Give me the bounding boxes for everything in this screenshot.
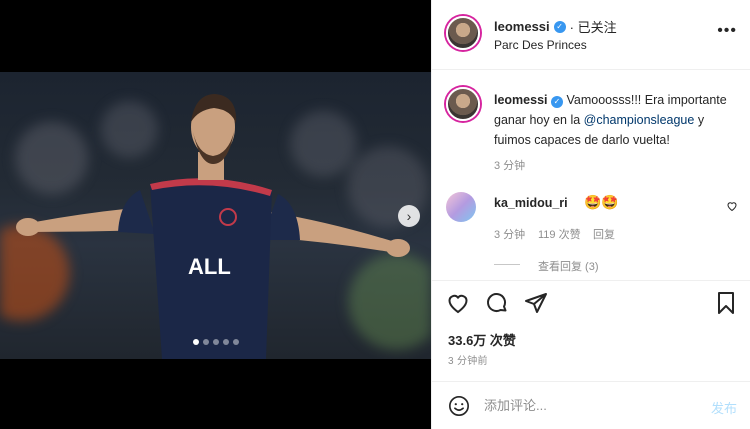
comment-bubble-icon[interactable] — [485, 291, 509, 315]
add-comment-bar: 发布 — [432, 381, 750, 429]
caption-mention-link[interactable]: @championsleague — [584, 113, 695, 127]
commenter-username[interactable]: ka_midou_ri — [494, 196, 568, 210]
comment-text: 🤩🤩 — [584, 194, 619, 210]
more-options-icon[interactable]: ••• — [717, 22, 737, 40]
verified-badge-icon: ✓ — [551, 96, 563, 108]
post-media-area: ALL › — [0, 0, 431, 429]
post-time: 3 分钟前 — [448, 356, 488, 367]
emoji-smiley-icon[interactable] — [448, 395, 470, 417]
carousel-dot — [192, 339, 199, 345]
carousel-dot — [212, 339, 219, 345]
commenter-avatar[interactable] — [446, 192, 476, 222]
carousel-dot — [232, 339, 239, 345]
carousel-indicator — [0, 339, 431, 345]
svg-text:ALL: ALL — [188, 254, 231, 279]
caption-age: 3 分钟 — [494, 160, 526, 172]
carousel-next-button[interactable]: › — [398, 205, 420, 227]
likes-count[interactable]: 33.6万 次赞 — [448, 330, 516, 349]
replies-divider — [494, 264, 520, 265]
post-photo[interactable]: ALL — [0, 72, 431, 359]
carousel-dot — [202, 339, 209, 345]
caption-username[interactable]: leomessi — [494, 93, 548, 107]
verified-badge-icon: ✓ — [553, 20, 566, 33]
author-avatar[interactable] — [446, 16, 480, 50]
chevron-right-icon: › — [406, 208, 412, 224]
comment-like-heart-icon[interactable] — [726, 200, 738, 212]
carousel-dot — [222, 339, 229, 345]
follow-state[interactable]: · 已关注 — [570, 17, 617, 36]
post-header: leomessi ✓ · 已关注 Parc Des Princes ••• — [432, 0, 750, 70]
share-send-icon[interactable] — [524, 291, 548, 315]
post-details-panel: leomessi ✓ · 已关注 Parc Des Princes ••• le… — [431, 0, 750, 429]
comment-likes-count[interactable]: 119 次赞 — [538, 226, 581, 242]
post-caption: leomessi ✓ Vamooosss!!! Era importante g… — [494, 90, 739, 150]
comment-age: 3 分钟 — [494, 229, 526, 241]
author-username[interactable]: leomessi — [494, 19, 550, 34]
caption-author-avatar[interactable] — [446, 87, 480, 121]
post-comment-button[interactable]: 发布 — [711, 398, 737, 417]
post-location[interactable]: Parc Des Princes — [494, 38, 587, 52]
author-line: leomessi ✓ · 已关注 — [494, 17, 617, 36]
like-heart-icon[interactable] — [446, 291, 470, 315]
save-bookmark-icon[interactable] — [714, 291, 738, 315]
post-action-bar — [432, 280, 750, 330]
view-replies-button[interactable]: 查看回复 (3) — [538, 258, 599, 274]
comment-input[interactable] — [484, 392, 694, 418]
player-illustration: ALL — [16, 94, 410, 359]
comment-reply-button[interactable]: 回复 — [593, 226, 615, 242]
